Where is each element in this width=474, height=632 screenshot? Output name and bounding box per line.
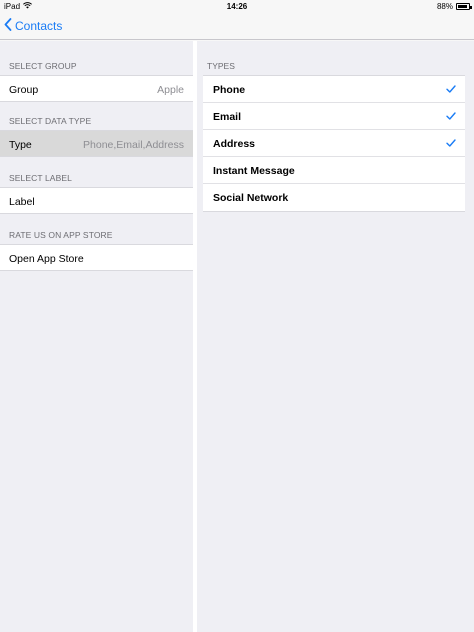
navigation-bar: Contacts — [0, 12, 474, 40]
list-item[interactable]: Social Network — [203, 184, 465, 211]
section-header-data-type: SELECT DATA TYPE — [9, 116, 92, 126]
checkmark-icon — [446, 111, 456, 123]
list-item[interactable]: Address — [203, 130, 465, 157]
type-value: Phone,Email,Address — [83, 139, 184, 151]
type-option-label: Phone — [213, 84, 246, 96]
chevron-left-icon — [4, 18, 15, 34]
open-app-store-label: Open App Store — [9, 253, 84, 265]
battery-level — [458, 5, 467, 8]
open-app-store-row[interactable]: Open App Store — [0, 244, 193, 271]
status-bar: iPad 14:26 88% — [0, 0, 474, 12]
checkmark-icon — [446, 138, 456, 150]
back-label: Contacts — [15, 19, 63, 33]
back-button[interactable]: Contacts — [4, 18, 62, 34]
list-item[interactable]: Email — [203, 103, 465, 130]
battery-icon — [456, 3, 472, 10]
type-option-label: Email — [213, 111, 242, 123]
type-option-label: Social Network — [213, 192, 289, 204]
battery-percent: 88% — [436, 2, 453, 11]
group-label: Group — [9, 84, 39, 96]
status-right: 88% — [436, 2, 472, 11]
label-row-label: Label — [9, 196, 35, 208]
checkmark-icon — [446, 84, 456, 96]
status-time: 14:26 — [226, 2, 248, 11]
settings-pane: SELECT GROUP Group Apple SELECT DATA TYP… — [0, 41, 193, 632]
section-header-label: SELECT LABEL — [9, 173, 72, 183]
section-header-group: SELECT GROUP — [9, 61, 77, 71]
group-row[interactable]: Group Apple — [0, 75, 193, 102]
list-item[interactable]: Phone — [203, 76, 465, 103]
group-value: Apple — [157, 84, 184, 96]
list-item[interactable]: Instant Message — [203, 157, 465, 184]
type-option-label: Address — [213, 138, 256, 150]
types-list: Phone Email Address Instant Message Soci… — [203, 75, 465, 212]
types-pane: TYPES Phone Email Address Instant Messag… — [197, 41, 474, 632]
type-option-label: Instant Message — [213, 165, 295, 177]
section-header-rate: RATE US ON APP STORE — [9, 230, 113, 240]
type-row[interactable]: Type Phone,Email,Address — [0, 130, 193, 157]
type-label: Type — [9, 139, 32, 151]
label-row[interactable]: Label — [0, 187, 193, 214]
section-header-types: TYPES — [207, 61, 235, 71]
